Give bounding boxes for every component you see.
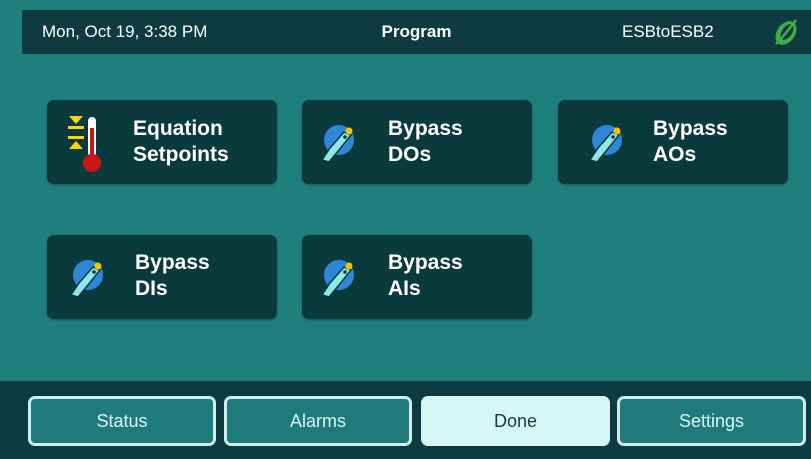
- hand-bypass-icon: [320, 260, 354, 298]
- tile-label-line1: Bypass: [653, 117, 728, 140]
- datetime-label: Mon, Oct 19, 3:38 PM: [42, 22, 208, 41]
- bypass-dis-button[interactable]: Bypass DIs: [47, 235, 277, 319]
- bottom-nav-bar: Status Alarms Done Settings: [0, 381, 811, 459]
- site-name: ESBtoESB2: [622, 22, 714, 41]
- alarms-button[interactable]: Alarms: [224, 396, 412, 446]
- tile-label-line2: DIs: [135, 277, 168, 300]
- header-bar: Mon, Oct 19, 3:38 PM Program ESBtoESB2: [22, 10, 811, 54]
- tile-label-line2: DOs: [388, 143, 432, 166]
- bypass-dos-button[interactable]: Bypass DOs: [302, 100, 532, 184]
- done-button[interactable]: Done: [421, 396, 610, 446]
- program-screen: Mon, Oct 19, 3:38 PM Program ESBtoESB2 E…: [0, 0, 811, 459]
- tile-label-line1: Equation: [133, 117, 223, 140]
- status-button[interactable]: Status: [28, 396, 216, 446]
- thermometer-setpoint-icon: [68, 116, 101, 172]
- bypass-ais-button[interactable]: Bypass AIs: [302, 235, 532, 319]
- tile-label-line2: Setpoints: [133, 143, 229, 166]
- equation-setpoints-button[interactable]: Equation Setpoints: [47, 100, 277, 184]
- hand-bypass-icon: [320, 125, 354, 163]
- tile-label-line1: Bypass: [135, 251, 210, 274]
- hand-bypass-icon: [69, 260, 103, 298]
- tile-label-line2: AIs: [388, 277, 421, 300]
- bypass-aos-button[interactable]: Bypass AOs: [558, 100, 788, 184]
- tile-label-line2: AOs: [653, 143, 697, 166]
- settings-button[interactable]: Settings: [617, 396, 806, 446]
- tile-label-line1: Bypass: [388, 251, 463, 274]
- tile-label-line1: Bypass: [388, 117, 463, 140]
- hand-bypass-icon: [588, 125, 622, 163]
- leaf-logo-icon: [775, 19, 797, 45]
